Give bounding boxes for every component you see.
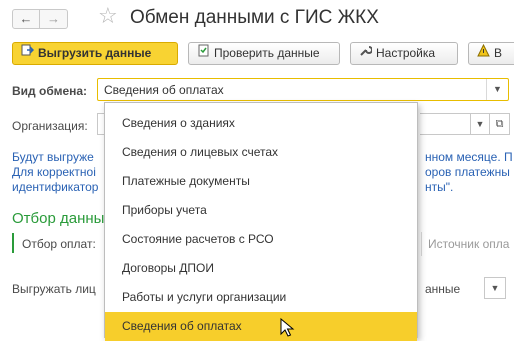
- check-doc-icon: [195, 43, 211, 64]
- check-data-button[interactable]: Проверить данные: [188, 42, 340, 65]
- arrow-left-icon: ←: [19, 11, 33, 26]
- info-text-line-2-right: оров платежны: [425, 165, 510, 179]
- column-divider: [421, 232, 422, 256]
- upload-icon: [19, 43, 35, 64]
- dropdown-item-accounts[interactable]: Сведения о лицевых счетах: [105, 138, 417, 167]
- warning-icon: [475, 43, 491, 64]
- settings-label: Настройка: [376, 46, 436, 60]
- exchange-type-label: Вид обмена:: [12, 84, 88, 98]
- info-text-line-3: идентификатор: [12, 180, 99, 194]
- back-button[interactable]: ←: [12, 9, 40, 29]
- organization-label: Организация:: [12, 119, 88, 133]
- check-data-label: Проверить данные: [214, 46, 320, 60]
- open-icon[interactable]: ⧉: [490, 113, 510, 135]
- exchange-type-select[interactable]: Сведения об оплатах ▼: [97, 78, 509, 101]
- dropdown-item-rso-settlements[interactable]: Состояние расчетов с РСО: [105, 225, 417, 254]
- more-label: В: [494, 46, 503, 60]
- organization-field-tail[interactable]: [420, 113, 470, 135]
- wrench-icon: [357, 43, 373, 64]
- upload-accounts-label: Выгружать лиц: [12, 282, 96, 296]
- info-text-line-1: Будут выгруже: [12, 150, 94, 164]
- dropdown-item-meters[interactable]: Приборы учета: [105, 196, 417, 225]
- page-title: Обмен данными с ГИС ЖКХ: [130, 7, 379, 28]
- upload-data-label: Выгрузить данные: [38, 46, 152, 60]
- dropdown-item-payments-info[interactable]: Сведения об оплатах: [105, 312, 417, 341]
- info-text-line-3-right: нты".: [425, 180, 454, 194]
- info-text-line-1-right: нном месяце. П: [425, 150, 513, 164]
- settings-button[interactable]: Настройка: [350, 42, 458, 65]
- star-icon[interactable]: ☆: [98, 4, 118, 28]
- dropdown-arrow-icon[interactable]: ▼: [486, 79, 508, 100]
- upload-data-button[interactable]: Выгрузить данные: [12, 42, 178, 65]
- source-column-header: Источник опла: [428, 237, 510, 251]
- organization-dropdown-arrow-icon[interactable]: ▼: [470, 113, 490, 135]
- dropdown-item-dpoi-contracts[interactable]: Договоры ДПОИ: [105, 254, 417, 283]
- forward-button[interactable]: →: [40, 9, 68, 29]
- data-column-text: анные: [425, 282, 461, 296]
- arrow-right-icon: →: [47, 11, 60, 26]
- section-marker: [12, 233, 14, 253]
- filter-section-title: Отбор данны: [12, 210, 105, 227]
- filter-payments-label: Отбор оплат:: [22, 237, 96, 251]
- dropdown-item-payment-docs[interactable]: Платежные документы: [105, 167, 417, 196]
- dropdown-item-works-services[interactable]: Работы и услуги организации: [105, 283, 417, 312]
- exchange-type-dropdown-list: Сведения о зданиях Сведения о лицевых сч…: [104, 102, 418, 341]
- info-text-line-2: Для корректноі: [12, 165, 96, 179]
- upload-dropdown-arrow-icon[interactable]: ▼: [484, 277, 506, 299]
- dropdown-item-buildings[interactable]: Сведения о зданиях: [105, 109, 417, 138]
- more-button[interactable]: В: [468, 42, 514, 65]
- mouse-cursor-icon: [280, 318, 295, 337]
- exchange-type-value: Сведения об оплатах: [104, 83, 224, 97]
